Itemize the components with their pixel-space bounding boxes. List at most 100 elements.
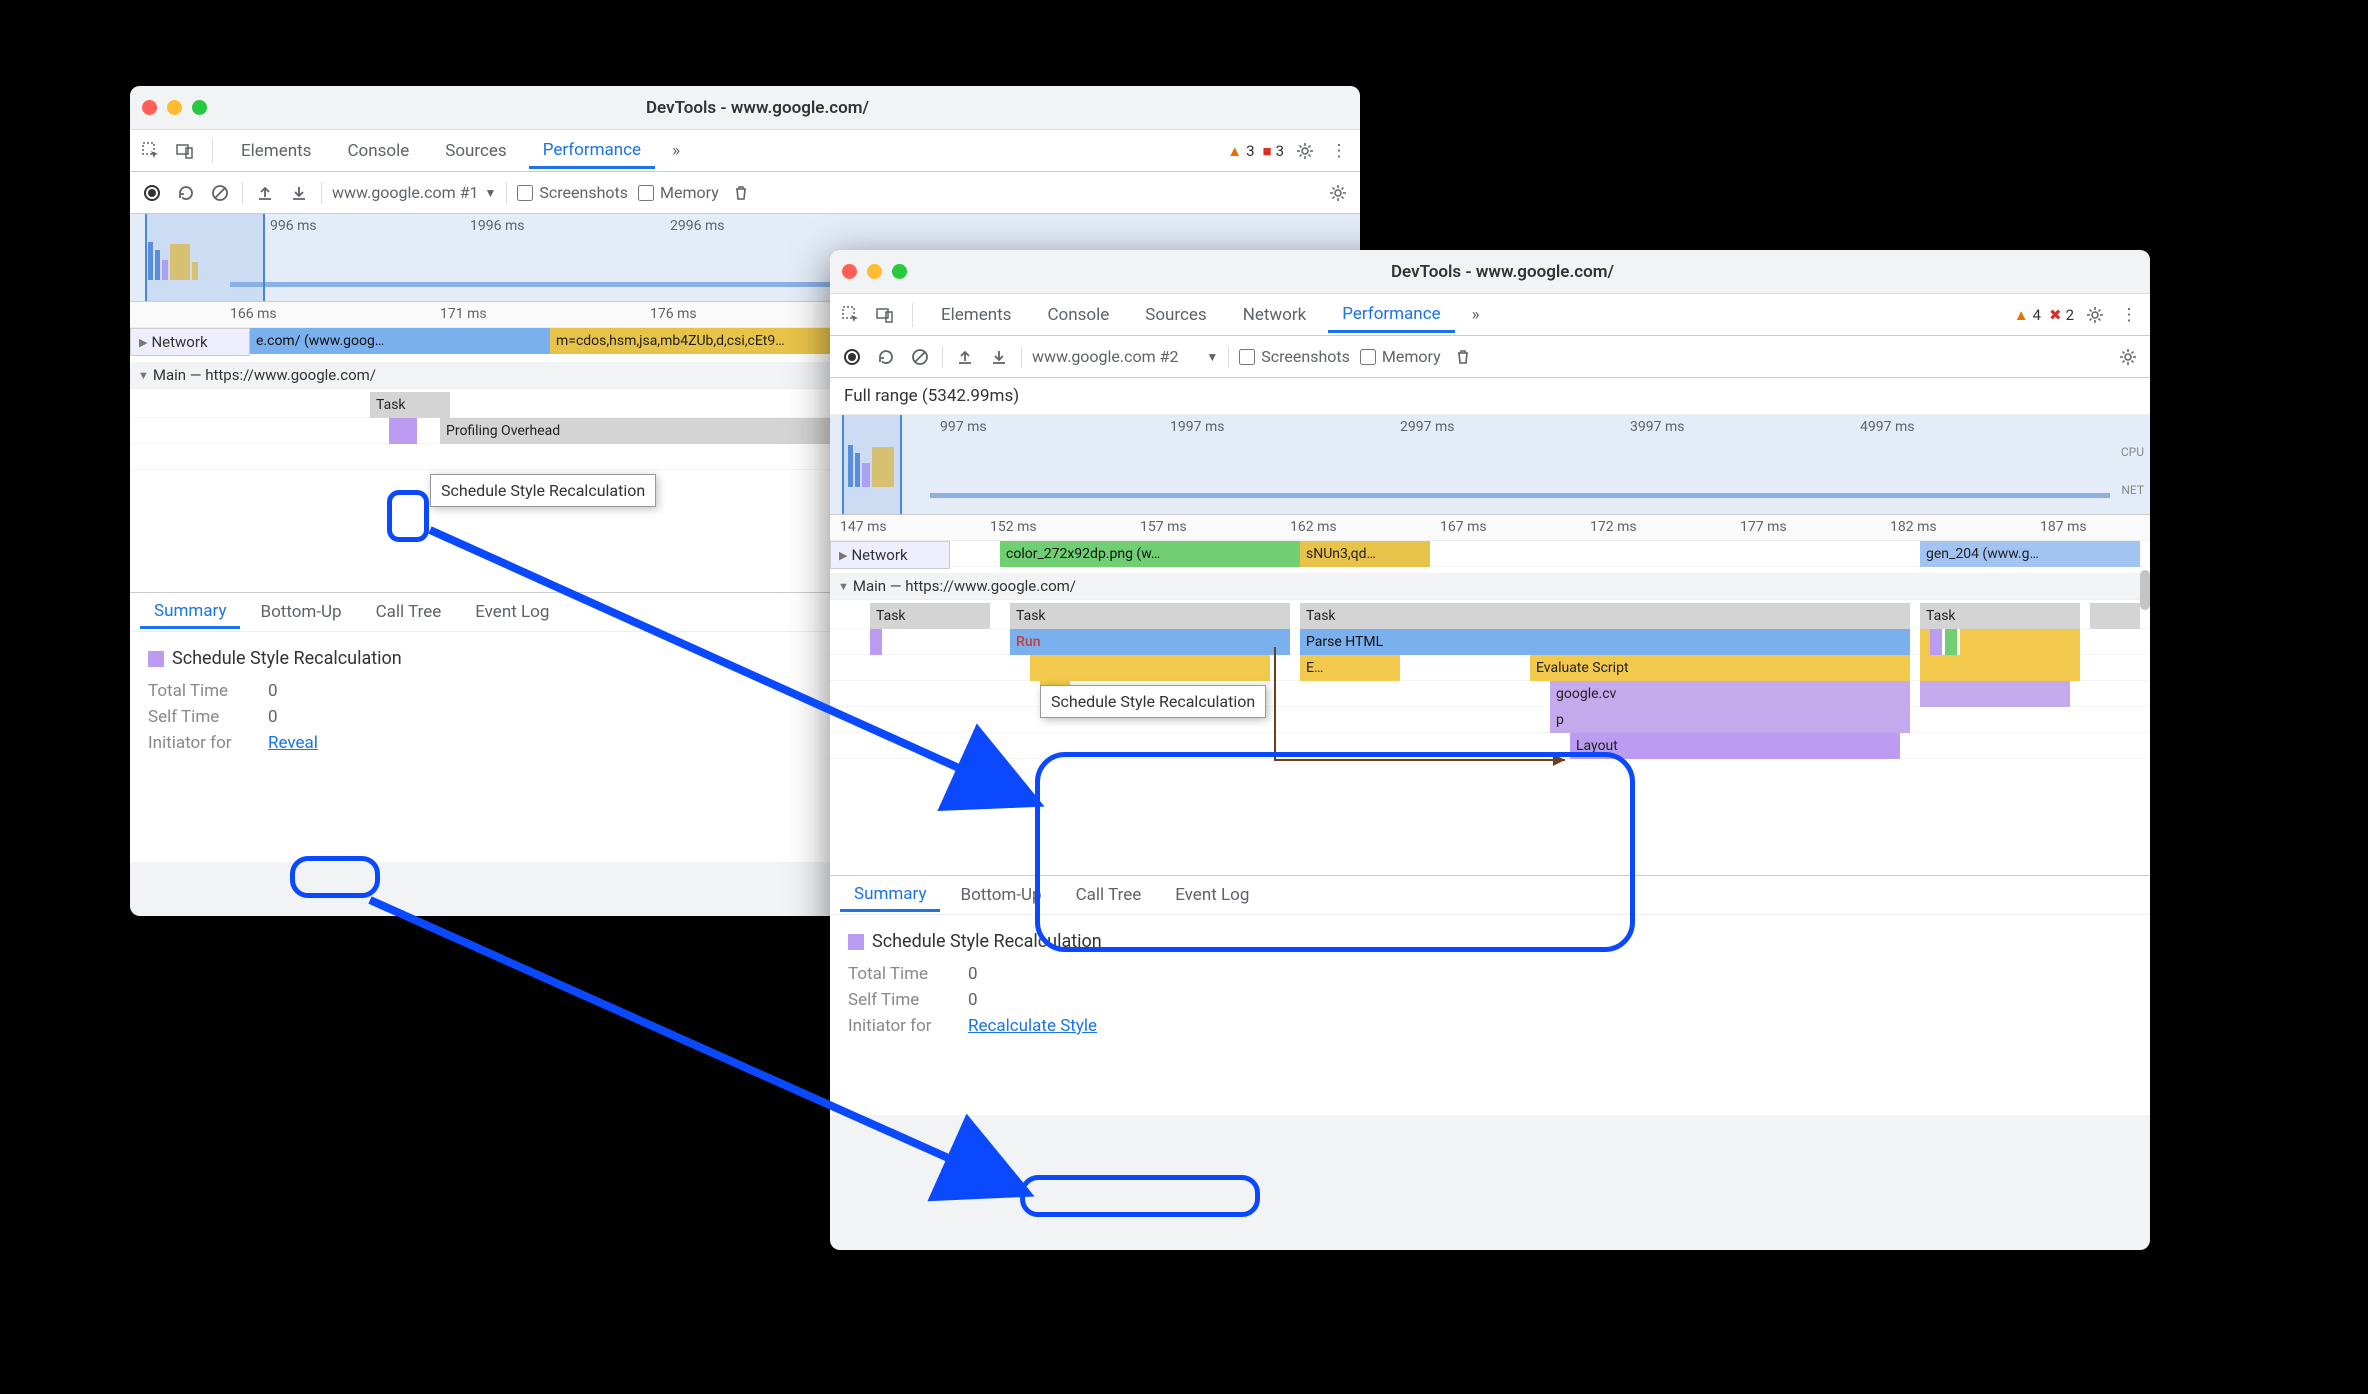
- gear-icon[interactable]: [2082, 302, 2108, 328]
- kebab-icon[interactable]: ⋮: [1326, 138, 1352, 164]
- detail-tabs: Summary Bottom-Up Call Tree Event Log: [830, 875, 2150, 915]
- tab-console[interactable]: Console: [333, 133, 423, 169]
- download-icon[interactable]: [287, 181, 311, 205]
- layout-block[interactable]: Layout: [1570, 733, 1900, 759]
- reload-icon[interactable]: [174, 181, 198, 205]
- screenshots-toggle[interactable]: Screenshots: [517, 183, 628, 202]
- inspect-icon[interactable]: [838, 302, 864, 328]
- close-icon[interactable]: [842, 264, 857, 279]
- e-block[interactable]: E…: [1300, 655, 1400, 681]
- device-icon[interactable]: [872, 302, 898, 328]
- tab-sources[interactable]: Sources: [1131, 297, 1220, 333]
- timeline-tick: 166 ms: [230, 306, 277, 322]
- window-title: DevTools - www.google.com/: [227, 98, 1288, 118]
- zoom-icon[interactable]: [892, 264, 907, 279]
- more-tabs-icon[interactable]: »: [1463, 302, 1489, 328]
- small-block[interactable]: [1920, 681, 2070, 707]
- gear-icon[interactable]: [1326, 181, 1350, 205]
- scrollbar-thumb[interactable]: [2140, 570, 2150, 610]
- timeline-tick: 177 ms: [1740, 519, 1787, 535]
- screenshots-toggle[interactable]: Screenshots: [1239, 347, 1350, 366]
- record-button[interactable]: [140, 181, 164, 205]
- detail-tab-summary[interactable]: Summary: [140, 595, 240, 629]
- inspect-icon[interactable]: [138, 138, 164, 164]
- errors-badge[interactable]: ■3: [1263, 142, 1285, 160]
- warnings-badge[interactable]: ▲4: [2014, 306, 2041, 324]
- detail-tab-bottomup[interactable]: Bottom-Up: [246, 596, 355, 628]
- p-block[interactable]: p: [1550, 707, 1910, 733]
- errors-badge[interactable]: ✖2: [2049, 306, 2074, 324]
- tab-console[interactable]: Console: [1033, 297, 1123, 333]
- tab-sources[interactable]: Sources: [431, 133, 520, 169]
- clear-icon[interactable]: [208, 181, 232, 205]
- detail-tab-summary[interactable]: Summary: [840, 878, 940, 912]
- recording-selector[interactable]: www.google.com #2 ▼: [1032, 347, 1218, 366]
- tab-elements[interactable]: Elements: [927, 297, 1025, 333]
- tab-performance[interactable]: Performance: [529, 132, 655, 169]
- small-block[interactable]: [1960, 629, 2080, 655]
- recording-selector[interactable]: www.google.com #1▼: [332, 183, 496, 202]
- detail-tab-calltree[interactable]: Call Tree: [362, 596, 456, 628]
- parse-html-block[interactable]: Parse HTML: [1300, 629, 1910, 655]
- task-block[interactable]: Task: [870, 603, 990, 629]
- device-icon[interactable]: [172, 138, 198, 164]
- task-block[interactable]: Task: [370, 392, 450, 418]
- more-tabs-icon[interactable]: »: [663, 138, 689, 164]
- network-entry[interactable]: gen_204 (www.g…: [1920, 541, 2140, 567]
- warnings-badge[interactable]: ▲3: [1227, 142, 1254, 160]
- detail-tab-eventlog[interactable]: Event Log: [461, 596, 563, 628]
- detail-tab-calltree[interactable]: Call Tree: [1062, 879, 1156, 911]
- network-row-header[interactable]: ▶Network: [130, 328, 250, 356]
- eval-block[interactable]: [1030, 655, 1270, 681]
- trash-icon[interactable]: [1451, 345, 1475, 369]
- eval-block[interactable]: [1920, 655, 2080, 681]
- recalculate-style-link[interactable]: Recalculate Style: [968, 1016, 1097, 1036]
- network-entry[interactable]: sNUn3,qd…: [1300, 541, 1430, 567]
- reload-icon[interactable]: [874, 345, 898, 369]
- minimize-icon[interactable]: [867, 264, 882, 279]
- network-entry[interactable]: e.com/ (www.goog…: [250, 328, 550, 354]
- overview-tick: 4997 ms: [1860, 419, 1914, 435]
- summary-heading: Schedule Style Recalculation: [172, 648, 402, 669]
- parse-html-block[interactable]: Run: [1010, 629, 1290, 655]
- self-time-label: Self Time: [148, 707, 248, 727]
- gear-icon[interactable]: [2116, 345, 2140, 369]
- small-block[interactable]: [389, 418, 417, 444]
- flame-chart[interactable]: 147 ms 152 ms 157 ms 162 ms 167 ms 172 m…: [830, 515, 2150, 875]
- tab-elements[interactable]: Elements: [227, 133, 325, 169]
- upload-icon[interactable]: [953, 345, 977, 369]
- trash-icon[interactable]: [729, 181, 753, 205]
- reveal-link[interactable]: Reveal: [268, 733, 318, 753]
- task-block[interactable]: Task: [1300, 603, 1910, 629]
- memory-toggle[interactable]: Memory: [638, 183, 719, 202]
- gear-icon[interactable]: [1292, 138, 1318, 164]
- google-cv-block[interactable]: google.cv: [1550, 681, 1910, 707]
- network-row-header[interactable]: ▶Network: [830, 541, 950, 569]
- close-icon[interactable]: [142, 100, 157, 115]
- network-entry[interactable]: color_272x92dp.png (w…: [1000, 541, 1300, 567]
- detail-tab-bottomup[interactable]: Bottom-Up: [946, 879, 1055, 911]
- minimize-icon[interactable]: [167, 100, 182, 115]
- overview-strip[interactable]: 997 ms 1997 ms 2997 ms 3997 ms 4997 ms C…: [830, 415, 2150, 515]
- evaluate-script-block[interactable]: Evaluate Script: [1530, 655, 1910, 681]
- window-title: DevTools - www.google.com/: [927, 262, 2078, 282]
- task-block[interactable]: [2090, 603, 2140, 629]
- zoom-icon[interactable]: [192, 100, 207, 115]
- task-block[interactable]: Task: [1010, 603, 1290, 629]
- memory-toggle[interactable]: Memory: [1360, 347, 1441, 366]
- upload-icon[interactable]: [253, 181, 277, 205]
- detail-tab-eventlog[interactable]: Event Log: [1161, 879, 1263, 911]
- tab-network[interactable]: Network: [1229, 297, 1321, 333]
- small-block[interactable]: [870, 629, 882, 655]
- self-time-label: Self Time: [848, 990, 948, 1010]
- clear-icon[interactable]: [908, 345, 932, 369]
- record-button[interactable]: [840, 345, 864, 369]
- main-row-header[interactable]: ▼Main — https://www.google.com/: [830, 573, 2150, 600]
- kebab-icon[interactable]: ⋮: [2116, 302, 2142, 328]
- hover-tooltip: Schedule Style Recalculation: [1040, 685, 1266, 718]
- download-icon[interactable]: [987, 345, 1011, 369]
- task-block[interactable]: Task: [1920, 603, 2080, 629]
- small-block[interactable]: [1945, 629, 1957, 655]
- small-block[interactable]: [1930, 629, 1942, 655]
- tab-performance[interactable]: Performance: [1328, 296, 1454, 333]
